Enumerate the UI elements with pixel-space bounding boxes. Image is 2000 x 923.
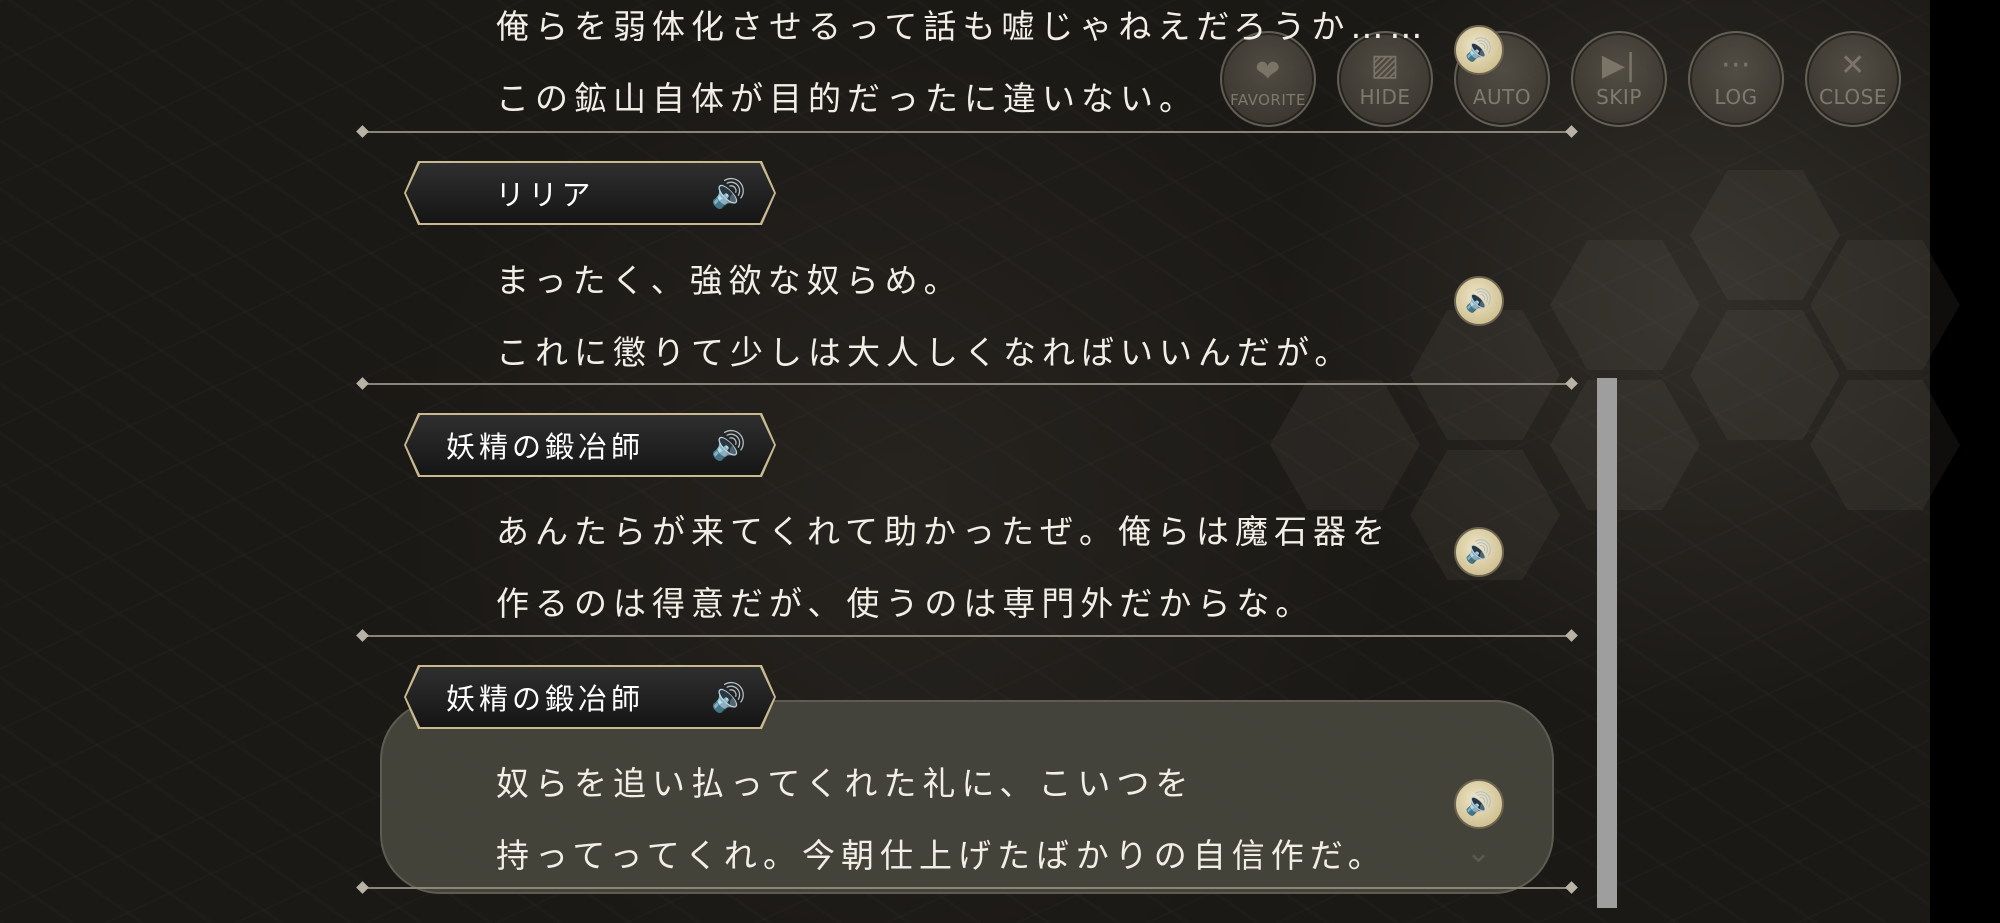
skip-icon: ▶| bbox=[1601, 48, 1637, 83]
voice-replay-button[interactable]: 🔊 bbox=[1454, 527, 1504, 577]
speaker-nameplate: 妖精の鍛冶師 🔊 bbox=[406, 667, 774, 727]
entry-divider bbox=[362, 635, 1572, 637]
entry-divider bbox=[362, 131, 1572, 133]
log-entry-line: この鉱山自体が目的だったに違いない。 bbox=[496, 79, 1198, 118]
log-button[interactable]: ··· LOG bbox=[1688, 31, 1784, 127]
log-icon: ··· bbox=[1720, 48, 1752, 83]
log-entry-line: 奴らを追い払ってくれた礼に、こいつを bbox=[496, 764, 1195, 803]
speaker-icon[interactable]: 🔊 bbox=[711, 177, 746, 210]
skip-button[interactable]: ▶| SKIP bbox=[1571, 31, 1667, 127]
speaker-icon: 🔊 bbox=[1465, 288, 1493, 314]
speaker-icon[interactable]: 🔊 bbox=[711, 429, 746, 462]
log-entry-line: 俺らを弱体化させるって話も嘘じゃねえだろうか…… bbox=[496, 7, 1429, 46]
speaker-name: リリア bbox=[495, 178, 595, 212]
voice-replay-button[interactable]: 🔊 bbox=[1454, 779, 1504, 829]
close-button[interactable]: ✕ CLOSE bbox=[1805, 31, 1901, 127]
log-entry-line: これに懲りて少しは大人しくなればいいんだが。 bbox=[496, 333, 1354, 372]
log-entry-line: 作るのは得意だが、使うのは専門外だからな。 bbox=[496, 584, 1315, 623]
hex-map-decoration bbox=[1150, 150, 1960, 650]
speaker-icon: 🔊 bbox=[1465, 539, 1493, 565]
log-scrollbar[interactable] bbox=[1597, 378, 1617, 908]
close-icon: ✕ bbox=[1840, 48, 1866, 83]
speaker-name: 妖精の鍛冶師 bbox=[445, 430, 644, 464]
speaker-name: 妖精の鍛冶師 bbox=[445, 682, 644, 716]
speaker-nameplate: 妖精の鍛冶師 🔊 bbox=[406, 415, 774, 475]
speaker-nameplate: リリア 🔊 bbox=[406, 163, 774, 223]
log-entry-line: まったく、強欲な奴らめ。 bbox=[496, 261, 963, 300]
voice-replay-button[interactable]: 🔊 bbox=[1454, 25, 1504, 75]
entry-divider bbox=[362, 887, 1572, 889]
speaker-icon[interactable]: 🔊 bbox=[711, 681, 746, 714]
voice-replay-button[interactable]: 🔊 bbox=[1454, 276, 1504, 326]
heart-icon: ❤ bbox=[1255, 54, 1281, 89]
log-entry-line: 持ってってくれ。今朝仕上げたばかりの自信作だ。 bbox=[496, 836, 1387, 875]
speaker-icon: 🔊 bbox=[1465, 791, 1493, 817]
chevron-down-icon: ⌄ bbox=[1466, 835, 1492, 870]
hide-icon: ▨ bbox=[1370, 48, 1400, 83]
speaker-icon: 🔊 bbox=[1465, 37, 1493, 63]
log-entry-line: あんたらが来てくれて助かったぜ。俺らは魔石器を bbox=[496, 512, 1392, 551]
entry-divider bbox=[362, 383, 1572, 385]
